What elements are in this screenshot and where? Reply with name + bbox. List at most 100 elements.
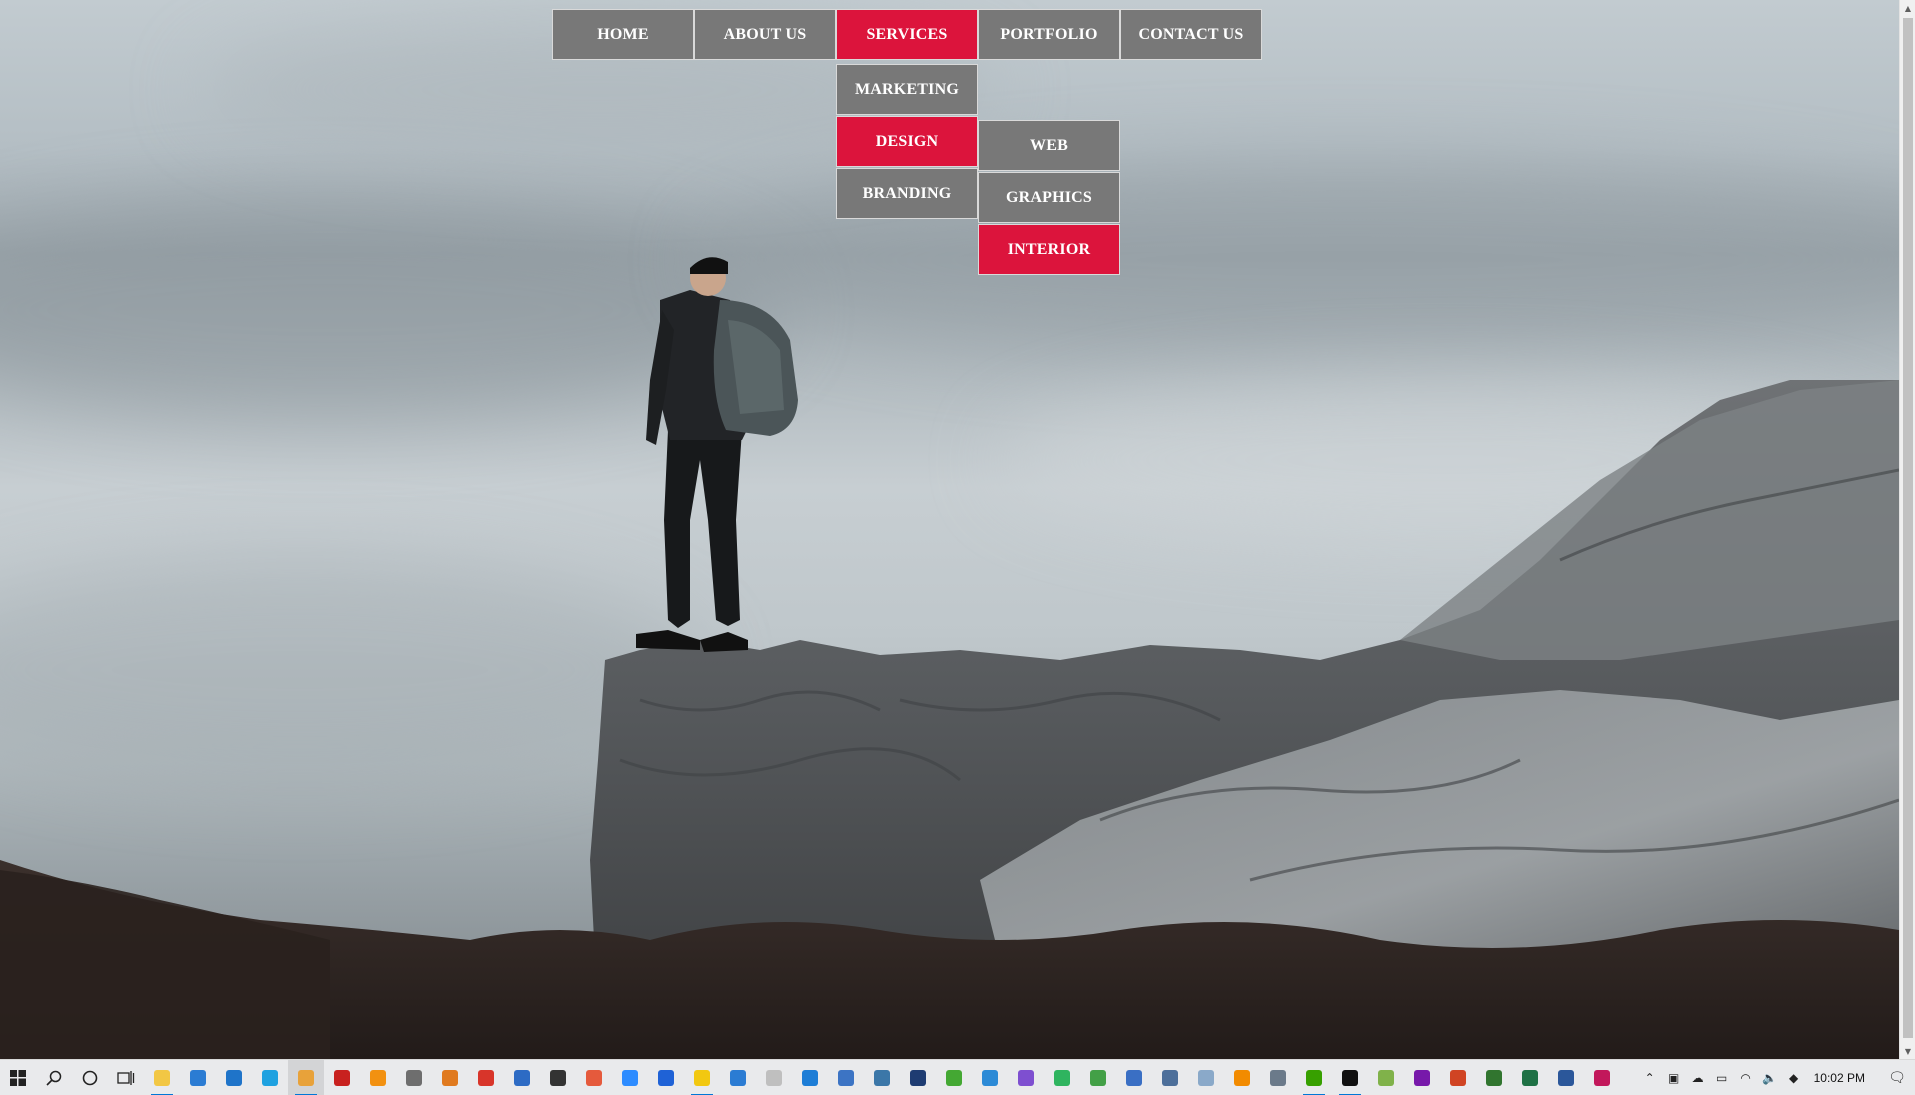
vscode-icon-glyph — [982, 1069, 998, 1086]
internet-explorer-icon-glyph — [262, 1069, 278, 1086]
nav-portfolio-button[interactable]: PORTFOLIO — [978, 9, 1120, 60]
pycharm-icon-glyph — [1054, 1069, 1070, 1086]
taskbar-app-icons — [0, 1059, 1620, 1095]
pycharm-icon[interactable] — [1044, 1060, 1080, 1095]
chat-icon[interactable] — [648, 1060, 684, 1095]
zoom-icon-glyph — [622, 1069, 638, 1086]
submenu-design-button[interactable]: DESIGN — [836, 116, 978, 167]
tablet-icon[interactable] — [1116, 1060, 1152, 1095]
notepad-plus-icon[interactable] — [1368, 1060, 1404, 1095]
internet-explorer-icon[interactable] — [252, 1060, 288, 1095]
store-icon-glyph — [190, 1069, 206, 1086]
python-icon-glyph — [874, 1069, 890, 1086]
pycharm-active-icon[interactable] — [1332, 1060, 1368, 1095]
submenu-branding-button[interactable]: BRANDING — [836, 168, 978, 219]
visual-studio-icon[interactable] — [1008, 1060, 1044, 1095]
dropbox-icon[interactable]: ◆ — [1782, 1060, 1806, 1095]
battery-icon[interactable]: ▭ — [1710, 1060, 1734, 1095]
windows-logo-icon[interactable] — [0, 1060, 36, 1095]
python-icon[interactable] — [864, 1060, 900, 1095]
document-icon-glyph — [766, 1069, 782, 1086]
search-icon[interactable] — [36, 1060, 72, 1095]
upwork-icon-glyph — [1306, 1069, 1322, 1086]
submenu-web-button[interactable]: WEB — [978, 120, 1120, 171]
vertical-scrollbar[interactable]: ▲ ▼ — [1899, 0, 1915, 1059]
submenu-marketing-button[interactable]: MARKETING — [836, 64, 978, 115]
node-icon[interactable] — [1080, 1060, 1116, 1095]
tool-icon[interactable] — [828, 1060, 864, 1095]
anaconda-icon-glyph — [946, 1069, 962, 1086]
word-icon[interactable] — [1548, 1060, 1584, 1095]
pink-app-icon[interactable] — [1584, 1060, 1620, 1095]
pycharm-active-icon-glyph — [1342, 1069, 1358, 1086]
wifi-icon[interactable]: ◠ — [1734, 1060, 1758, 1095]
acrobat-icon[interactable] — [324, 1060, 360, 1095]
edge-icon[interactable] — [792, 1060, 828, 1095]
notepad-icon[interactable] — [1188, 1060, 1224, 1095]
sticky-notes-icon-glyph — [694, 1069, 710, 1086]
photos-icon-glyph — [730, 1069, 746, 1086]
excel-icon-glyph — [1522, 1069, 1538, 1086]
mail-icon[interactable] — [216, 1060, 252, 1095]
scrollbar-thumb[interactable] — [1903, 18, 1913, 1038]
chrome-icon[interactable] — [288, 1059, 324, 1095]
intellij-icon[interactable] — [900, 1060, 936, 1095]
file-explorer-icon-glyph — [154, 1069, 170, 1086]
vlc-icon-glyph — [1234, 1069, 1250, 1086]
onedrive-cloud-icon[interactable]: ☁ — [1686, 1060, 1710, 1095]
meet-now-icon[interactable]: ▣ — [1662, 1060, 1686, 1095]
tool-icon-glyph — [838, 1069, 854, 1086]
red-app-icon[interactable] — [468, 1060, 504, 1095]
nav-services-button[interactable]: SERVICES — [836, 9, 978, 60]
volume-icon[interactable]: 🔈 — [1758, 1060, 1782, 1095]
network-icon[interactable] — [1152, 1060, 1188, 1095]
cortana-circle-icon[interactable] — [72, 1060, 108, 1095]
terminal-icon[interactable] — [504, 1060, 540, 1095]
submenu-graphics-button[interactable]: GRAPHICS — [978, 172, 1120, 223]
anaconda-icon[interactable] — [936, 1060, 972, 1095]
system-tray: ⌃ ▣ ☁ ▭ ◠ 🔈 ◆ 10:02 PM 🗨 — [1638, 1060, 1915, 1095]
powerpoint-icon-glyph — [1450, 1069, 1466, 1086]
pink-app-icon-glyph — [1594, 1069, 1610, 1086]
submenu-interior-button[interactable]: INTERIOR — [978, 224, 1120, 275]
notepad-plus-icon-glyph — [1378, 1069, 1394, 1086]
onenote-icon-glyph — [1414, 1069, 1430, 1086]
nav-item-services: SERVICES MARKETING DESIGN BRANDING WEB G… — [836, 9, 1120, 275]
upwork-icon[interactable] — [1296, 1060, 1332, 1095]
powerpoint-icon[interactable] — [1440, 1060, 1476, 1095]
word-icon-glyph — [1558, 1069, 1574, 1086]
sticky-notes-icon[interactable] — [684, 1060, 720, 1095]
image-icon[interactable] — [1260, 1060, 1296, 1095]
nav-item-portfolio: PORTFOLIO — [978, 9, 1120, 60]
file-explorer-icon[interactable] — [144, 1060, 180, 1095]
onenote-icon[interactable] — [1404, 1060, 1440, 1095]
excel-icon[interactable] — [1512, 1060, 1548, 1095]
photos-icon[interactable] — [720, 1060, 756, 1095]
sublime-icon[interactable] — [432, 1060, 468, 1095]
nav-about-button[interactable]: ABOUT US — [694, 9, 836, 60]
chat-icon-glyph — [658, 1069, 674, 1086]
taskbar-clock[interactable]: 10:02 PM — [1806, 1071, 1879, 1085]
scroll-down-arrow-icon[interactable]: ▼ — [1900, 1043, 1915, 1059]
calculator-icon[interactable] — [396, 1060, 432, 1095]
snip-icon[interactable] — [576, 1060, 612, 1095]
terminal-icon-glyph — [514, 1069, 530, 1086]
nav-item-contact: CONTACT US — [1120, 9, 1262, 60]
nav-contact-button[interactable]: CONTACT US — [1120, 9, 1262, 60]
vlc-icon[interactable] — [1224, 1060, 1260, 1095]
task-view-icon[interactable] — [108, 1060, 144, 1095]
project-icon-glyph — [1486, 1069, 1502, 1086]
project-icon[interactable] — [1476, 1060, 1512, 1095]
chevron-up-icon[interactable]: ⌃ — [1638, 1060, 1662, 1095]
zoom-icon[interactable] — [612, 1060, 648, 1095]
scroll-up-arrow-icon[interactable]: ▲ — [1900, 0, 1915, 16]
vscode-icon[interactable] — [972, 1060, 1008, 1095]
acrobat-icon-glyph — [334, 1069, 350, 1086]
action-center-icon[interactable]: 🗨 — [1879, 1060, 1915, 1095]
cmd-icon[interactable] — [540, 1060, 576, 1095]
nav-home-button[interactable]: HOME — [552, 9, 694, 60]
mail-icon-glyph — [226, 1069, 242, 1086]
document-icon[interactable] — [756, 1060, 792, 1095]
store-icon[interactable] — [180, 1060, 216, 1095]
orange-app-icon[interactable] — [360, 1060, 396, 1095]
